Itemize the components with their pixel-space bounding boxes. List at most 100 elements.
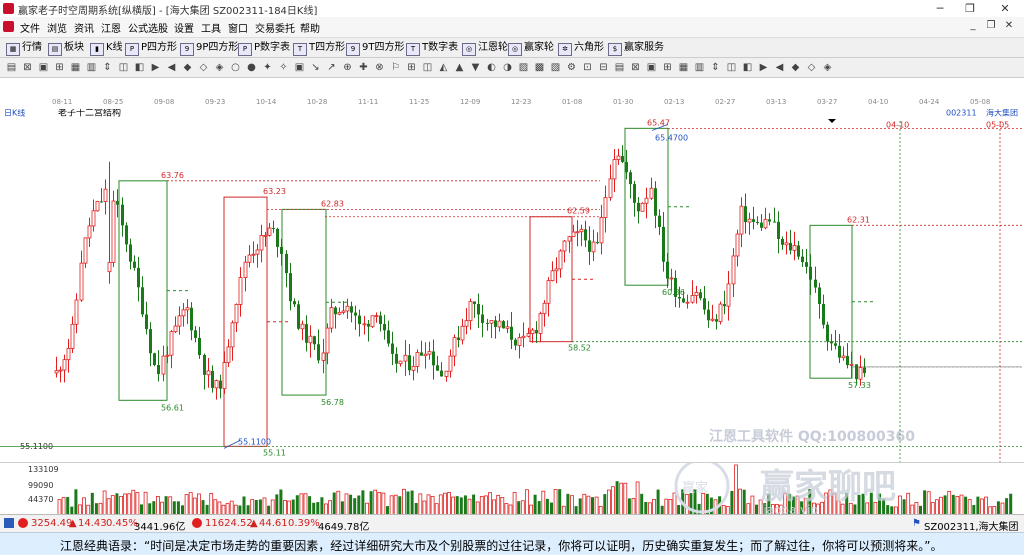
tool-44-icon[interactable]: ▥ (692, 60, 707, 75)
toolbar-winner-wheel[interactable]: ◎ 赢家轮 (508, 41, 554, 56)
tool-3-icon[interactable]: ▣ (36, 60, 51, 75)
child-minimize-button[interactable]: _ (966, 19, 980, 33)
menu-tools[interactable]: 工具 (201, 20, 221, 35)
tool-38-icon[interactable]: ⊟ (596, 60, 611, 75)
tool-9-icon[interactable]: ◧ (132, 60, 147, 75)
toolbar-sector[interactable]: ▤ 板块 (48, 41, 84, 56)
tool-7-icon[interactable]: ⇕ (100, 60, 115, 75)
tool-48-icon[interactable]: ▶ (756, 60, 771, 75)
toolbar-hexagon[interactable]: ✲ 六角形 (558, 41, 604, 56)
volume-bar (110, 495, 115, 516)
toolbar-service[interactable]: $ 赢家服务 (608, 41, 664, 56)
menu-help[interactable]: 帮助 (300, 20, 320, 35)
tool-35-icon[interactable]: ▧ (548, 60, 563, 75)
tool-14-icon[interactable]: ◈ (212, 60, 227, 75)
candle-body-down (157, 365, 160, 375)
tool-15-icon[interactable]: ○ (228, 60, 243, 75)
tool-21-icon[interactable]: ↗ (324, 60, 339, 75)
volume-bar (488, 492, 492, 516)
volume-bar (373, 489, 378, 516)
candle-body-up (710, 318, 715, 321)
tool-41-icon[interactable]: ▣ (644, 60, 659, 75)
tool-11-icon[interactable]: ◀ (164, 60, 179, 75)
tool-17-icon[interactable]: ✦ (260, 60, 275, 75)
toolbar-gann-wheel[interactable]: ◎ 江恩轮 (462, 41, 508, 56)
tool-52-icon[interactable]: ◈ (820, 60, 835, 75)
tool-50-icon[interactable]: ◆ (788, 60, 803, 75)
tool-22-icon[interactable]: ⊕ (340, 60, 355, 75)
tool-32-icon[interactable]: ◑ (500, 60, 515, 75)
candle-body-up (70, 323, 75, 349)
toolbar-kline[interactable]: ▮ K线 (90, 41, 123, 56)
menu-info[interactable]: 资讯 (74, 20, 94, 35)
tool-29-icon[interactable]: ▲ (452, 60, 467, 75)
tool-36-icon[interactable]: ⚙ (564, 60, 579, 75)
toolbar-9p-square[interactable]: 9 9P四方形 (180, 41, 238, 56)
toolbar-9t-square[interactable]: 9 9T四方形 (346, 41, 404, 56)
tool-30-icon[interactable]: ▼ (468, 60, 483, 75)
tool-49-icon[interactable]: ◀ (772, 60, 787, 75)
maximize-button[interactable]: ❐ (955, 0, 985, 17)
tool-40-icon[interactable]: ⊠ (628, 60, 643, 75)
tool-27-icon[interactable]: ◫ (420, 60, 435, 75)
tool-5-icon[interactable]: ▦ (68, 60, 83, 75)
tool-33-icon[interactable]: ▨ (516, 60, 531, 75)
minimize-button[interactable]: ─ (925, 0, 955, 17)
tool-45-icon[interactable]: ⇕ (708, 60, 723, 75)
menu-gann[interactable]: 江恩 (101, 20, 121, 35)
candle-body-up (267, 227, 272, 236)
tool-1-icon[interactable]: ▤ (4, 60, 19, 75)
toolbar-quotes[interactable]: ▦ 行情 (6, 41, 42, 56)
tool-12-icon[interactable]: ◆ (180, 60, 195, 75)
tool-26-icon[interactable]: ⊞ (404, 60, 419, 75)
child-restore-button[interactable]: ❐ (984, 19, 998, 33)
menu-window[interactable]: 窗口 (228, 20, 248, 35)
tool-2-icon[interactable]: ⊠ (20, 60, 35, 75)
tool-19-icon[interactable]: ▣ (292, 60, 307, 75)
tool-39-icon[interactable]: ▤ (612, 60, 627, 75)
menu-file[interactable]: 文件 (20, 20, 40, 35)
toolbar-p-table[interactable]: P P数字表 (238, 41, 290, 56)
tool-10-icon[interactable]: ▶ (148, 60, 163, 75)
volume-bar (668, 499, 673, 516)
menu-trade[interactable]: 交易委托 (255, 20, 295, 35)
menu-settings[interactable]: 设置 (174, 20, 194, 35)
tool-24-icon[interactable]: ⊗ (372, 60, 387, 75)
tool-18-icon[interactable]: ✧ (276, 60, 291, 75)
volume-bar (611, 486, 615, 516)
toolbar-p-square[interactable]: P P四方形 (125, 41, 177, 56)
close-button[interactable]: ✕ (990, 0, 1020, 17)
tool-25-icon[interactable]: ⚐ (388, 60, 403, 75)
candle-body-down (658, 215, 661, 227)
toolbar-t-square[interactable]: T T四方形 (293, 41, 345, 56)
tool-37-icon[interactable]: ⊡ (580, 60, 595, 75)
child-close-button[interactable]: ✕ (1002, 19, 1016, 33)
candle-body-down (773, 221, 776, 223)
level-lines (0, 127, 1022, 447)
tool-51-icon[interactable]: ◇ (804, 60, 819, 75)
tool-13-icon[interactable]: ◇ (196, 60, 211, 75)
grid-icon[interactable] (4, 518, 14, 528)
tool-47-icon[interactable]: ◧ (740, 60, 755, 75)
kline-chart[interactable]: 日K线 老子十二宫结构 002311 海大集团 04-10 05-05 55.1… (0, 107, 1024, 462)
candle-body-down (707, 309, 710, 321)
tool-23-icon[interactable]: ✚ (356, 60, 371, 75)
tool-6-icon[interactable]: ▥ (84, 60, 99, 75)
tool-34-icon[interactable]: ▩ (532, 60, 547, 75)
candle-body-up (362, 323, 367, 326)
volume-bar (463, 495, 467, 515)
tool-16-icon[interactable]: ● (244, 60, 259, 75)
tool-4-icon[interactable]: ⊞ (52, 60, 67, 75)
menu-browse[interactable]: 浏览 (47, 20, 67, 35)
tool-43-icon[interactable]: ▦ (676, 60, 691, 75)
tool-46-icon[interactable]: ◫ (724, 60, 739, 75)
tool-42-icon[interactable]: ⊞ (660, 60, 675, 75)
candle-body-down (621, 156, 624, 162)
tool-31-icon[interactable]: ◐ (484, 60, 499, 75)
tool-20-icon[interactable]: ↘ (308, 60, 323, 75)
toolbar-t-table[interactable]: T T数字表 (406, 41, 458, 56)
menu-formula[interactable]: 公式选股 (128, 20, 168, 35)
tool-8-icon[interactable]: ◫ (116, 60, 131, 75)
chart-title: 老子十二宫结构 (58, 109, 121, 119)
tool-28-icon[interactable]: ◭ (436, 60, 451, 75)
